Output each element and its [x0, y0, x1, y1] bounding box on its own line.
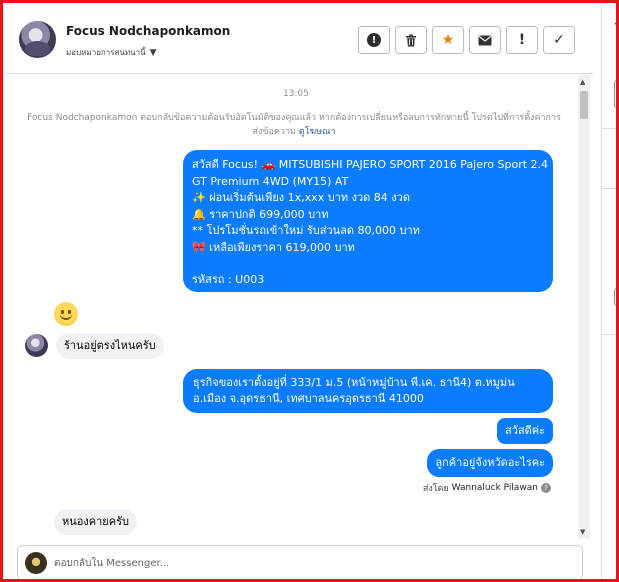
outgoing-message-question[interactable]: ลูกค้าอยู่จังหวัดอะไรคะ [427, 449, 553, 477]
panel-field[interactable] [614, 288, 616, 306]
star-button[interactable]: ★ [432, 26, 464, 54]
assign-conversation-dropdown[interactable]: มอบหมายการสนทนานี้ ▼ [66, 46, 157, 59]
incoming-message[interactable]: หนองคายครับ [54, 509, 137, 535]
panel-divider [602, 128, 616, 129]
scroll-up-arrow-icon[interactable]: ▲ [580, 78, 585, 86]
envelope-icon [478, 35, 492, 45]
assign-label: มอบหมายการสนทนานี้ [66, 48, 146, 57]
message-line: รหัสรถ : U003 [192, 273, 265, 286]
smiley-emoji-icon [54, 302, 78, 326]
message-line: ** โปรโมชั่นรถเข้าใหม่ รับส่วนลด 80,000 … [192, 224, 420, 237]
star-icon: ★ [441, 32, 455, 48]
delete-button[interactable] [395, 26, 427, 54]
notice-text: Focus Nodchaponkamon ตอบกลับข้อความต้อนร… [27, 113, 561, 137]
thread-timestamp: 13:05 [283, 89, 309, 99]
reply-input[interactable] [54, 546, 554, 579]
message-line: 🔔 ราคาปกติ 699,000 บาท [192, 207, 329, 221]
contact-avatar[interactable] [19, 21, 56, 58]
page-avatar [25, 552, 47, 574]
message-line: ธุรกิจของเราตั้งอยู่ที่ 333/1 ม.5 (หน้าห… [193, 376, 515, 389]
message-line: อ.เมือง จ.อุดรธานี, เทศบาลนครอุดรธานี 41… [193, 392, 424, 405]
trash-icon [406, 34, 416, 46]
outgoing-message-address[interactable]: ธุรกิจของเราตั้งอยู่ที่ 333/1 ม.5 (หน้าห… [183, 369, 553, 413]
mark-done-button[interactable]: ✓ [543, 26, 575, 54]
sender-avatar [25, 334, 48, 357]
header-actions: ! ★ ! ✓ [358, 26, 575, 54]
mark-unread-button[interactable] [469, 26, 501, 54]
follow-up-button[interactable]: ! [506, 26, 538, 54]
view-ad-link[interactable]: ดูโฆษณา [299, 127, 336, 137]
conversation-window: Focus Nodchaponkamon มอบหมายการสนทนานี้ … [0, 0, 619, 582]
contact-name[interactable]: Focus Nodchaponkamon [66, 24, 230, 38]
message-line: สวัสดี Focus! 🚗 MITSUBISHI PAJERO SPORT … [192, 158, 549, 171]
auto-reply-notice: Focus Nodchaponkamon ตอบกลับข้อความต้อนร… [24, 111, 564, 139]
exclamation-icon: ! [518, 32, 526, 48]
message-thread[interactable]: 13:05 Focus Nodchaponkamon ตอบกลับข้อควา… [6, 75, 578, 539]
panel-label-fragment: · [614, 20, 618, 30]
sent-by-label: ส่งโดย Wannaluck Pilawan ? [423, 481, 551, 495]
alert-circle-icon: ! [367, 33, 381, 47]
caret-down-icon: ▼ [149, 47, 157, 58]
panel-divider [602, 188, 616, 189]
message-line: GT Premium 4WD (MY15) AT [192, 174, 349, 188]
panel-field[interactable] [614, 80, 616, 108]
check-icon: ✓ [553, 32, 565, 48]
info-icon[interactable]: ? [541, 483, 551, 493]
sent-by-name: Wannaluck Pilawan [451, 483, 538, 493]
outgoing-message-greeting[interactable]: สวัสดีค่ะ [496, 418, 553, 444]
emoji-mouth [60, 314, 72, 320]
reply-composer [17, 545, 583, 579]
conversation-header: Focus Nodchaponkamon มอบหมายการสนทนานี้ … [6, 6, 593, 74]
right-side-panel: · [601, 6, 618, 579]
sent-by-prefix: ส่งโดย [422, 484, 449, 494]
thread-scrollbar[interactable]: ▲ ▼ [578, 75, 590, 539]
panel-divider [602, 334, 616, 335]
scroll-down-arrow-icon[interactable]: ▼ [580, 528, 585, 536]
message-line: ✨ ผ่อนเริ่มต้นเพียง 1x,xxx บาท งวด 84 งว… [192, 191, 410, 204]
scroll-thumb[interactable] [580, 91, 588, 119]
spam-button[interactable]: ! [358, 26, 390, 54]
message-line: 🎀 เหลือเพียงราคา 619,000 บาท [192, 240, 355, 254]
incoming-message[interactable]: ร้านอยู่ตรงไหนครับ [56, 333, 164, 359]
outgoing-message-offer[interactable]: สวัสดี Focus! 🚗 MITSUBISHI PAJERO SPORT … [183, 150, 553, 292]
